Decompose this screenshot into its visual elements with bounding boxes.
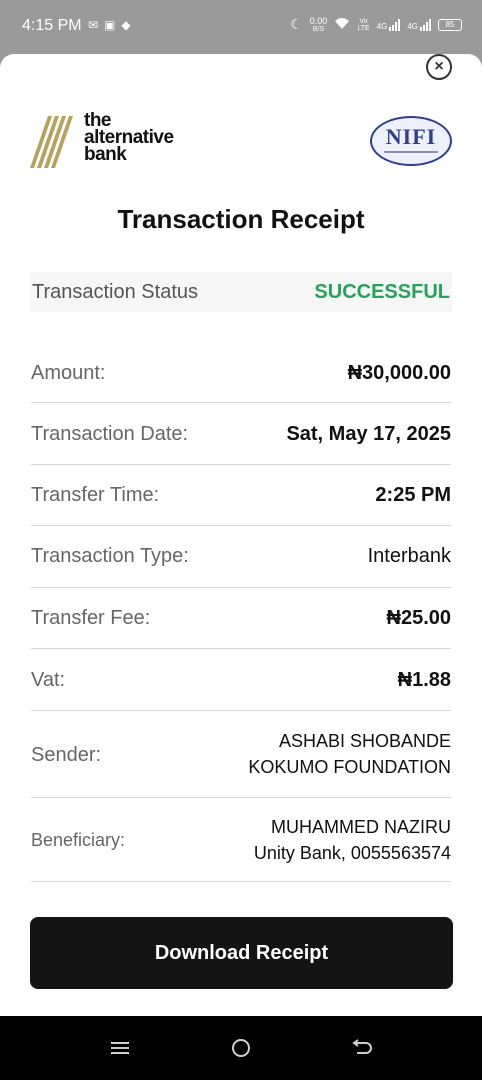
transaction-date-value: Sat, May 17, 2025 bbox=[286, 423, 451, 445]
receipt-sheet: × the alternative bank NIFI Transaction … bbox=[0, 54, 482, 1016]
moon-icon: ☾ bbox=[290, 16, 303, 32]
status-right-icons: ☾ 0.00 B/S Vo LTE 4G 4G 85 bbox=[290, 16, 462, 33]
close-icon: × bbox=[434, 58, 444, 75]
nifi-logo: NIFI bbox=[370, 116, 452, 166]
amount-row: Amount: ₦30,000.00 bbox=[31, 346, 451, 403]
transaction-type-row: Transaction Type: Interbank bbox=[31, 526, 451, 588]
transfer-time-row: Transfer Time: 2:25 PM bbox=[31, 465, 451, 526]
transfer-fee-row: Transfer Fee: ₦25.00 bbox=[31, 588, 451, 649]
notification-icon: ▣ bbox=[104, 18, 116, 32]
logo-stripes-icon bbox=[30, 116, 73, 168]
sender-row: Sender: ASHABI SHOBANDE KOKUMO FOUNDATIO… bbox=[31, 711, 451, 798]
vat-label: Vat: bbox=[31, 669, 66, 691]
beneficiary-label: Beneficiary: bbox=[31, 830, 126, 850]
vat-row: Vat: ₦1.88 bbox=[31, 649, 451, 711]
sender-line-2: KOKUMO FOUNDATION bbox=[248, 757, 451, 777]
transaction-status-row: Transaction Status SUCCESSFUL bbox=[30, 272, 452, 312]
mail-icon: ✉ bbox=[88, 18, 99, 32]
signal-4g-icon: 4G bbox=[407, 18, 431, 31]
transfer-fee-label: Transfer Fee: bbox=[31, 607, 151, 629]
android-icon: ◆ bbox=[121, 18, 131, 32]
download-receipt-label: Download Receipt bbox=[154, 941, 329, 964]
page-title: Transaction Receipt bbox=[117, 204, 365, 234]
transaction-type-value: Interbank bbox=[367, 545, 451, 567]
data-speed-value: 0.00 bbox=[309, 15, 328, 26]
logo-line-3: bank bbox=[84, 144, 127, 165]
sender-line-1: ASHABI SHOBANDE bbox=[278, 731, 451, 751]
transfer-time-label: Transfer Time: bbox=[31, 484, 160, 506]
download-receipt-button[interactable]: Download Receipt bbox=[30, 917, 453, 989]
wifi-icon bbox=[334, 17, 350, 33]
menu-icon[interactable] bbox=[108, 1036, 132, 1060]
volte-icon: Vo LTE bbox=[357, 18, 369, 32]
transfer-time-value: 2:25 PM bbox=[375, 484, 451, 506]
data-speed-icon: 0.00 B/S bbox=[309, 15, 328, 33]
back-icon[interactable] bbox=[350, 1036, 374, 1060]
signal-4g-icon: 4G bbox=[376, 18, 401, 31]
beneficiary-row: Beneficiary: MUHAMMED NAZIRU Unity Bank,… bbox=[31, 798, 451, 882]
transaction-date-row: Transaction Date: Sat, May 17, 2025 bbox=[31, 403, 451, 465]
vat-value: ₦1.88 bbox=[397, 669, 451, 691]
transaction-type-label: Transaction Type: bbox=[31, 545, 189, 567]
alternative-bank-logo: the alternative bank bbox=[30, 111, 200, 168]
beneficiary-value: MUHAMMED NAZIRU Unity Bank, 0055563574 bbox=[254, 814, 451, 866]
status-label: Transaction Status bbox=[32, 281, 199, 303]
amount-label: Amount: bbox=[31, 362, 106, 384]
amount-value: ₦30,000.00 bbox=[347, 362, 451, 384]
logo-text: the alternative bank bbox=[84, 111, 174, 165]
battery-level: 85 bbox=[445, 19, 455, 29]
transfer-fee-value: ₦25.00 bbox=[386, 607, 452, 629]
status-bar: 4:15 PM ✉ ▣ ◆ ☾ 0.00 B/S Vo LTE 4G 4G 85 bbox=[0, 0, 482, 54]
home-icon[interactable] bbox=[229, 1036, 253, 1060]
status-badge: SUCCESSFUL bbox=[314, 281, 450, 303]
battery-icon: 85 bbox=[438, 18, 462, 31]
beneficiary-line-1: MUHAMMED NAZIRU bbox=[271, 817, 451, 837]
data-speed-unit: B/S bbox=[312, 25, 325, 33]
network-type-2: 4G bbox=[407, 21, 418, 31]
status-time: 4:15 PM bbox=[22, 17, 82, 34]
beneficiary-line-2: Unity Bank, 0055563574 bbox=[253, 843, 451, 863]
system-nav-bar bbox=[0, 1016, 482, 1080]
close-button[interactable]: × bbox=[426, 54, 452, 80]
sender-label: Sender: bbox=[31, 744, 102, 766]
volte-bottom: LTE bbox=[357, 24, 370, 32]
status-left-icons: ✉ ▣ ◆ bbox=[88, 18, 131, 32]
transaction-date-label: Transaction Date: bbox=[31, 423, 189, 445]
sender-value: ASHABI SHOBANDE KOKUMO FOUNDATION bbox=[248, 728, 451, 780]
nifi-logo-subline bbox=[384, 151, 438, 153]
volte-top: Vo bbox=[359, 17, 368, 25]
nifi-logo-text: NIFI bbox=[385, 124, 437, 149]
network-type-1: 4G bbox=[376, 21, 388, 31]
